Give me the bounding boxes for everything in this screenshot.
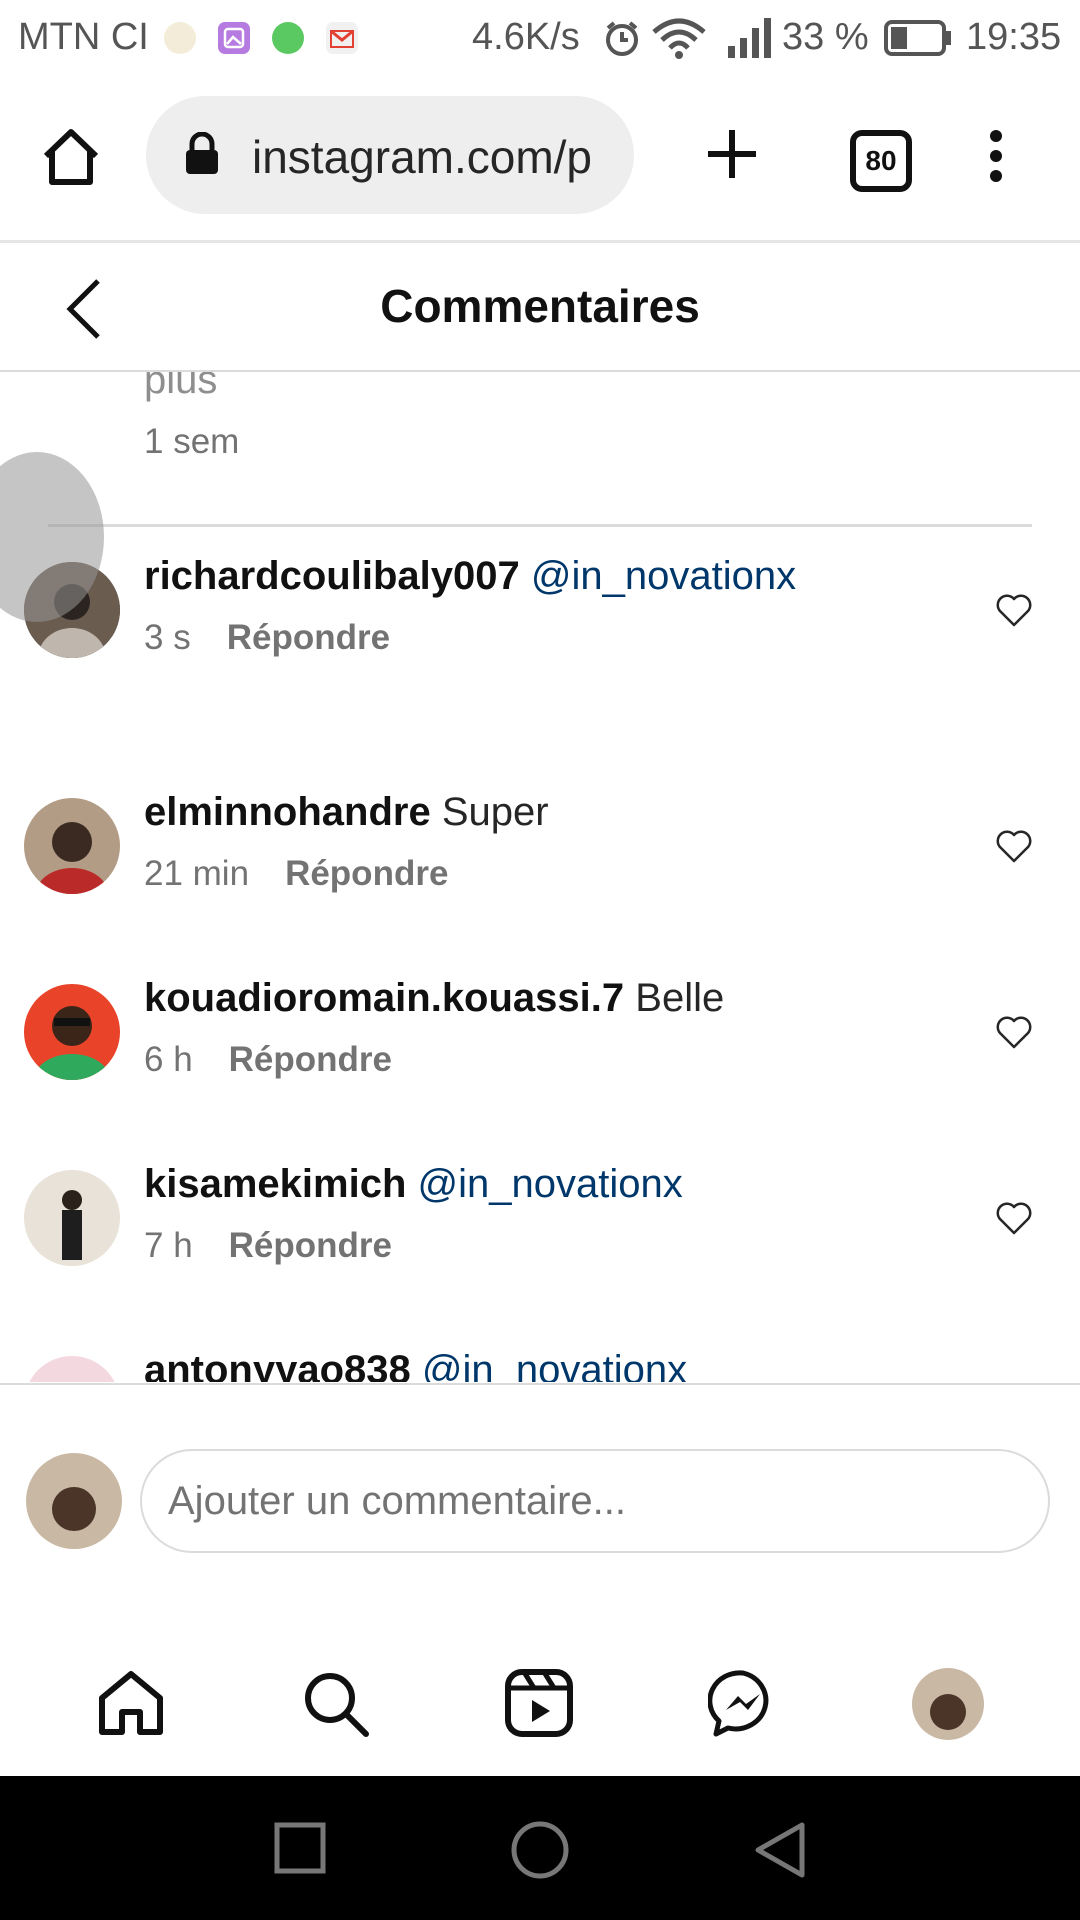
menu-icon[interactable] bbox=[986, 128, 1006, 184]
comments-header: Commentaires bbox=[0, 243, 1080, 372]
page-title: Commentaires bbox=[380, 280, 700, 332]
comment-username[interactable]: kouadioromain.kouassi.7 bbox=[144, 976, 624, 1020]
alarm-icon bbox=[606, 21, 638, 56]
like-heart-icon[interactable] bbox=[995, 1014, 1033, 1050]
comment-meta: 6 h Répondre bbox=[144, 1040, 392, 1080]
carrier-name: MTN CI bbox=[18, 16, 149, 58]
clock: 19:35 bbox=[966, 16, 1062, 58]
comment-time: 7 h bbox=[144, 1226, 193, 1265]
whatsapp-notification-icon bbox=[272, 22, 304, 54]
browser-toolbar: instagram.com/p 80 bbox=[0, 76, 1080, 243]
recent-apps-icon[interactable] bbox=[274, 1822, 326, 1874]
like-heart-icon[interactable] bbox=[995, 828, 1033, 864]
notification-icon-1 bbox=[164, 22, 196, 54]
messenger-icon[interactable] bbox=[708, 1668, 778, 1738]
home-icon[interactable] bbox=[40, 126, 102, 188]
home-button-icon[interactable] bbox=[510, 1820, 570, 1880]
comment-input[interactable]: Ajouter un commentaire... bbox=[140, 1449, 1050, 1553]
comment-mention[interactable]: @in_novationx bbox=[418, 1162, 683, 1206]
comment-meta: 3 s Répondre bbox=[144, 618, 390, 658]
divider bbox=[48, 524, 1032, 527]
avatar[interactable] bbox=[24, 1356, 120, 1382]
reply-button[interactable]: Répondre bbox=[229, 1040, 392, 1079]
previous-comment-text: plus bbox=[144, 372, 218, 402]
lock-icon bbox=[186, 132, 218, 174]
reply-button[interactable]: Répondre bbox=[285, 854, 448, 893]
battery-percent: 33 % bbox=[782, 16, 869, 58]
tab-count-button[interactable]: 80 bbox=[850, 130, 912, 192]
comment-username[interactable]: antonyyao838 bbox=[144, 1348, 411, 1382]
gallery-notification-icon bbox=[218, 22, 250, 54]
network-speed: 4.6K/s bbox=[472, 16, 580, 58]
signal-icon bbox=[728, 18, 771, 58]
previous-comment-time: 1 sem bbox=[144, 422, 240, 461]
reply-button[interactable]: Répondre bbox=[227, 618, 390, 657]
avatar[interactable] bbox=[24, 984, 120, 1080]
comment-text: richardcoulibaly007 @in_novationx bbox=[144, 554, 796, 599]
avatar[interactable] bbox=[24, 798, 120, 894]
profile-avatar[interactable] bbox=[912, 1668, 984, 1740]
back-button-icon[interactable] bbox=[752, 1820, 808, 1880]
comment-item: elminnohandre Super 21 min Répondre bbox=[0, 790, 1080, 968]
comment-item: richardcoulibaly007 @in_novationx 3 s Rép… bbox=[0, 452, 1080, 732]
url-text[interactable]: instagram.com/p bbox=[252, 130, 622, 184]
address-bar[interactable]: instagram.com/p bbox=[146, 96, 634, 214]
system-navigation-bar bbox=[0, 1776, 1080, 1920]
comment-item: antonyyao838 @in_novationx bbox=[0, 1348, 1080, 1382]
comment-text: kouadioromain.kouassi.7 Belle bbox=[144, 976, 724, 1021]
new-tab-icon[interactable] bbox=[704, 126, 760, 182]
comment-text: kisamekimich @in_novationx bbox=[144, 1162, 683, 1207]
comment-mention[interactable]: @in_novationx bbox=[531, 554, 796, 598]
avatar[interactable] bbox=[24, 1170, 120, 1266]
comment-body: Belle bbox=[635, 976, 725, 1020]
comment-text: antonyyao838 @in_novationx bbox=[144, 1348, 687, 1382]
comment-text: elminnohandre Super bbox=[144, 790, 549, 835]
comment-time: 3 s bbox=[144, 618, 191, 657]
reply-button[interactable]: Répondre bbox=[229, 1226, 392, 1265]
comment-meta: 21 min Répondre bbox=[144, 854, 448, 894]
user-avatar bbox=[26, 1453, 122, 1549]
comment-mention[interactable]: @in_novationx bbox=[422, 1348, 687, 1382]
comment-username[interactable]: kisamekimich bbox=[144, 1162, 406, 1206]
comment-item: kisamekimich @in_novationx 7 h Répondre bbox=[0, 1162, 1080, 1340]
home-icon[interactable] bbox=[96, 1668, 166, 1738]
comment-username[interactable]: richardcoulibaly007 bbox=[144, 554, 520, 598]
battery-icon bbox=[884, 20, 951, 56]
comment-username[interactable]: elminnohandre bbox=[144, 790, 431, 834]
like-heart-icon[interactable] bbox=[995, 592, 1033, 628]
reels-icon[interactable] bbox=[504, 1668, 574, 1738]
status-bar: MTN CI 4.6K/s 33 % 19:35 bbox=[0, 0, 1080, 76]
wifi-icon bbox=[652, 18, 706, 59]
gmail-notification-icon bbox=[326, 22, 358, 54]
comment-body: Super bbox=[441, 790, 549, 834]
comments-list[interactable]: plus 1 sem richardcoulibaly007 @in_novat… bbox=[0, 372, 1080, 1382]
search-icon[interactable] bbox=[300, 1668, 370, 1738]
bottom-navigation bbox=[0, 1628, 1080, 1776]
comment-time: 21 min bbox=[144, 854, 250, 893]
comment-item: kouadioromain.kouassi.7 Belle 6 h Répondr… bbox=[0, 976, 1080, 1154]
comment-meta: 7 h Répondre bbox=[144, 1226, 392, 1266]
comment-time: 6 h bbox=[144, 1040, 193, 1079]
comment-composer: Ajouter un commentaire... bbox=[0, 1383, 1080, 1630]
like-heart-icon[interactable] bbox=[995, 1200, 1033, 1236]
